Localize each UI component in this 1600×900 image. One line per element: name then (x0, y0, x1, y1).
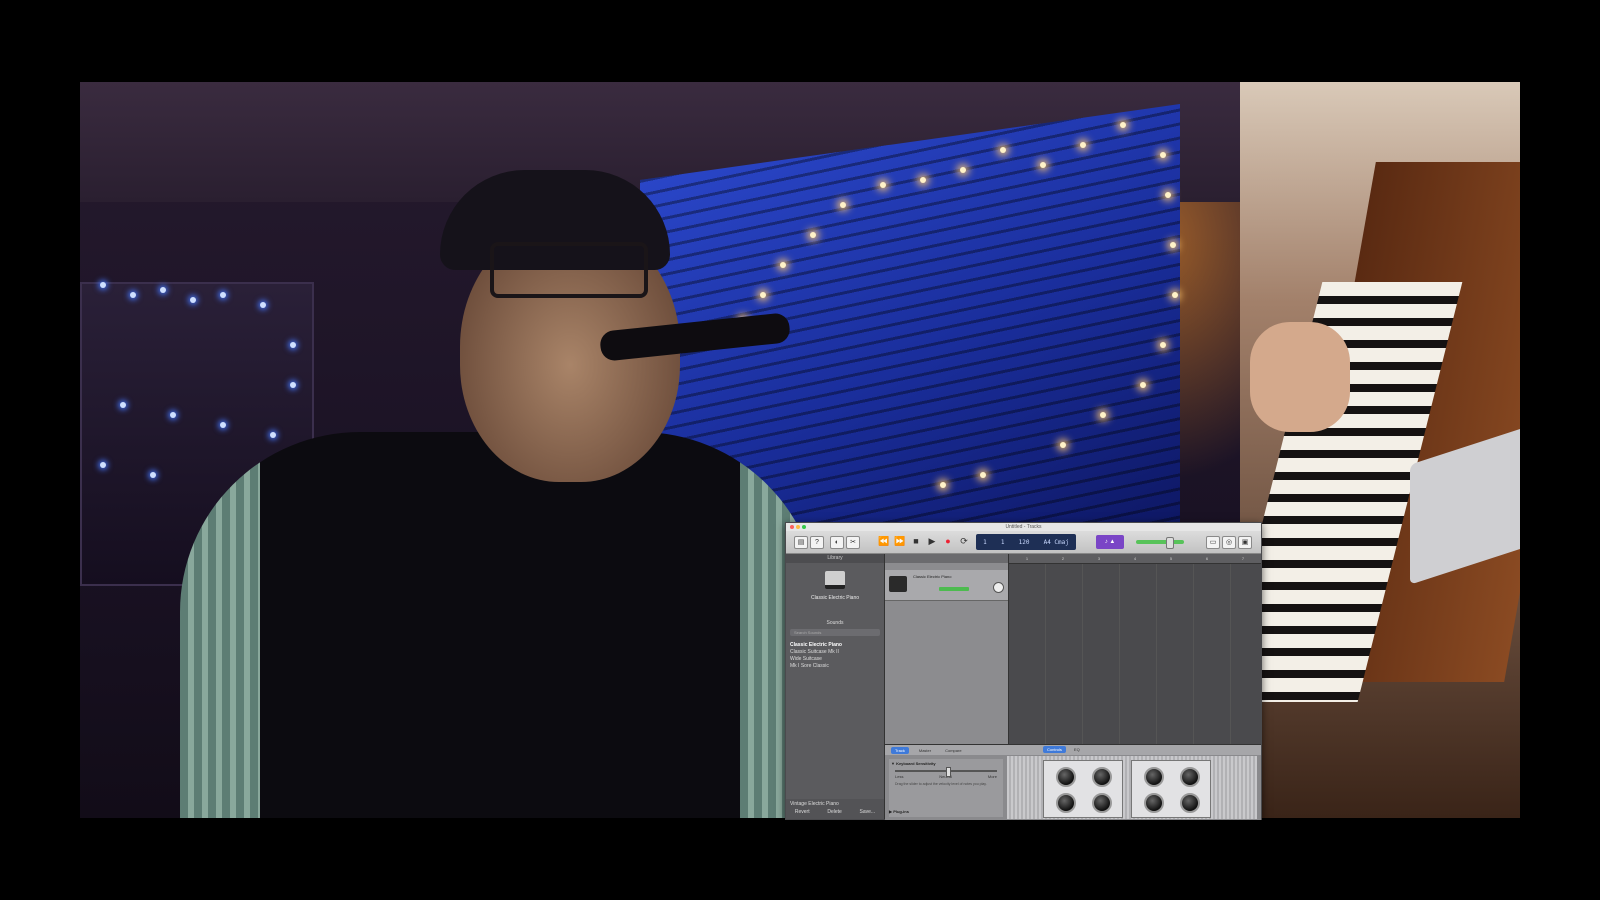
sensitivity-description: Drag the slider to adjust the velocity l… (895, 782, 987, 786)
knob[interactable] (1144, 793, 1164, 813)
tab-compare[interactable]: Compare (941, 747, 965, 754)
hands (1250, 322, 1350, 432)
label-more: More (987, 774, 997, 779)
master-volume-knob[interactable] (1166, 537, 1174, 549)
sensitivity-slider-thumb[interactable] (946, 767, 951, 777)
ruler-mark: 7 (1241, 556, 1245, 561)
track-row[interactable]: Classic Electric Piano (885, 570, 1008, 601)
patch-list: Classic Electric Piano Classic Suitcase … (786, 642, 884, 670)
revert-button[interactable]: Revert (795, 809, 810, 815)
zoom-icon[interactable] (802, 525, 806, 529)
ruler-mark: 6 (1205, 556, 1209, 561)
smart-controls-button[interactable]: ◐ (830, 536, 844, 549)
library-button[interactable]: ▤ (794, 536, 808, 549)
notepad-button[interactable]: ▭ (1206, 536, 1220, 549)
rewind-icon[interactable]: ⏪ (878, 536, 890, 547)
cycle-icon[interactable]: ⟳ (958, 536, 970, 547)
library-footer: Vintage Electric Piano Revert Delete Sav… (786, 799, 884, 819)
arrange-area[interactable]: 1 2 3 4 5 6 7 (1009, 554, 1261, 744)
person-body (180, 432, 820, 818)
knob[interactable] (1092, 767, 1112, 787)
sounds-label: Sounds (826, 620, 844, 626)
library-header: Library (786, 554, 884, 563)
knob-panel-right (1131, 760, 1211, 818)
window-title-text: Untitled - Tracks (1005, 524, 1042, 530)
record-icon[interactable]: ● (942, 536, 954, 547)
track-instrument-icon (889, 576, 907, 592)
tab-master[interactable]: Master (915, 747, 935, 754)
editor-tabs: Track Master Compare Controls EQ (885, 745, 1261, 755)
patch-item[interactable]: Wide Suitcase (790, 656, 884, 663)
knob[interactable] (1056, 793, 1076, 813)
tab-eq[interactable]: EQ (1070, 746, 1084, 753)
glasses (490, 242, 648, 298)
lcd-bar: 1 (983, 538, 987, 546)
patch-item[interactable]: Classic Electric Piano (790, 642, 884, 649)
master-volume-slider[interactable] (1136, 540, 1184, 544)
ruler-mark: 2 (1061, 556, 1065, 561)
garageband-window: Untitled - Tracks ▤ ? ◐ ✂ ⏪ ⏩ ■ ▶ ● ⟳ 1 … (785, 522, 1262, 820)
save-button[interactable]: Save... (860, 809, 876, 815)
lcd-display[interactable]: 1 1 120 A4 Cmaj (976, 534, 1076, 550)
toolbar: ▤ ? ◐ ✂ ⏪ ⏩ ■ ▶ ● ⟳ 1 1 120 A4 Cmaj ♪ ▲ … (786, 531, 1261, 554)
smart-controls-editor: Track Master Compare Controls EQ ▼ Keybo… (885, 744, 1261, 820)
knob[interactable] (1180, 767, 1200, 787)
loop-browser-button[interactable]: ◎ (1222, 536, 1236, 549)
patch-preview: Classic Electric Piano (786, 563, 884, 619)
knob[interactable] (1180, 793, 1200, 813)
patch-item[interactable]: Classic Suitcase Mk II (790, 649, 884, 656)
sensitivity-slider[interactable] (895, 767, 997, 777)
track-pan-knob[interactable] (993, 582, 1004, 593)
ruler-mark: 3 (1097, 556, 1101, 561)
window-controls (790, 525, 806, 529)
electric-piano-icon (825, 571, 845, 589)
library-search-input[interactable]: Search Sounds (790, 629, 880, 636)
track-headers: Classic Electric Piano (885, 554, 1009, 744)
window-title: Untitled - Tracks (786, 523, 1261, 531)
footer-patch-name: Vintage Electric Piano (790, 801, 839, 807)
tab-controls[interactable]: Controls (1043, 746, 1066, 753)
track-name: Classic Electric Piano (913, 574, 952, 579)
patch-item[interactable]: Mk I Sore Classic (790, 663, 884, 670)
track-volume-meter[interactable] (939, 587, 969, 591)
editors-button[interactable]: ✂ (846, 536, 860, 549)
delete-button[interactable]: Delete (827, 809, 841, 815)
lcd-key: A4 Cmaj (1043, 538, 1069, 546)
ruler-mark: 5 (1169, 556, 1173, 561)
close-icon[interactable] (790, 525, 794, 529)
tab-track[interactable]: Track (891, 746, 909, 754)
ruler-mark: 1 (1025, 556, 1029, 561)
timeline-ruler[interactable]: 1 2 3 4 5 6 7 (1009, 554, 1261, 564)
stop-icon[interactable]: ■ (910, 536, 922, 547)
library-panel: Library Classic Electric Piano Sounds Se… (786, 554, 885, 819)
knob[interactable] (1056, 767, 1076, 787)
help-button[interactable]: ? (810, 536, 824, 549)
patch-name: Classic Electric Piano (810, 595, 860, 601)
minimize-icon[interactable] (796, 525, 800, 529)
knob-panel-left (1043, 760, 1123, 818)
plugins-section[interactable]: ▶ Plug-ins (889, 809, 909, 814)
knob[interactable] (1092, 793, 1112, 813)
ruler-mark: 4 (1133, 556, 1137, 561)
webcam-right-piano (1240, 82, 1520, 818)
tracks-header-bar (885, 554, 1008, 563)
knob[interactable] (1144, 767, 1164, 787)
media-browser-button[interactable]: ▣ (1238, 536, 1252, 549)
label-less: Less (895, 774, 904, 779)
fast-forward-icon[interactable]: ⏩ (894, 536, 906, 547)
tuner-metronome-button[interactable]: ♪ ▲ (1096, 535, 1124, 549)
play-icon[interactable]: ▶ (926, 536, 938, 547)
smart-controls-knobs (1007, 756, 1257, 819)
lcd-tempo: 120 (1018, 538, 1030, 546)
lcd-beat: 1 (1000, 538, 1005, 546)
